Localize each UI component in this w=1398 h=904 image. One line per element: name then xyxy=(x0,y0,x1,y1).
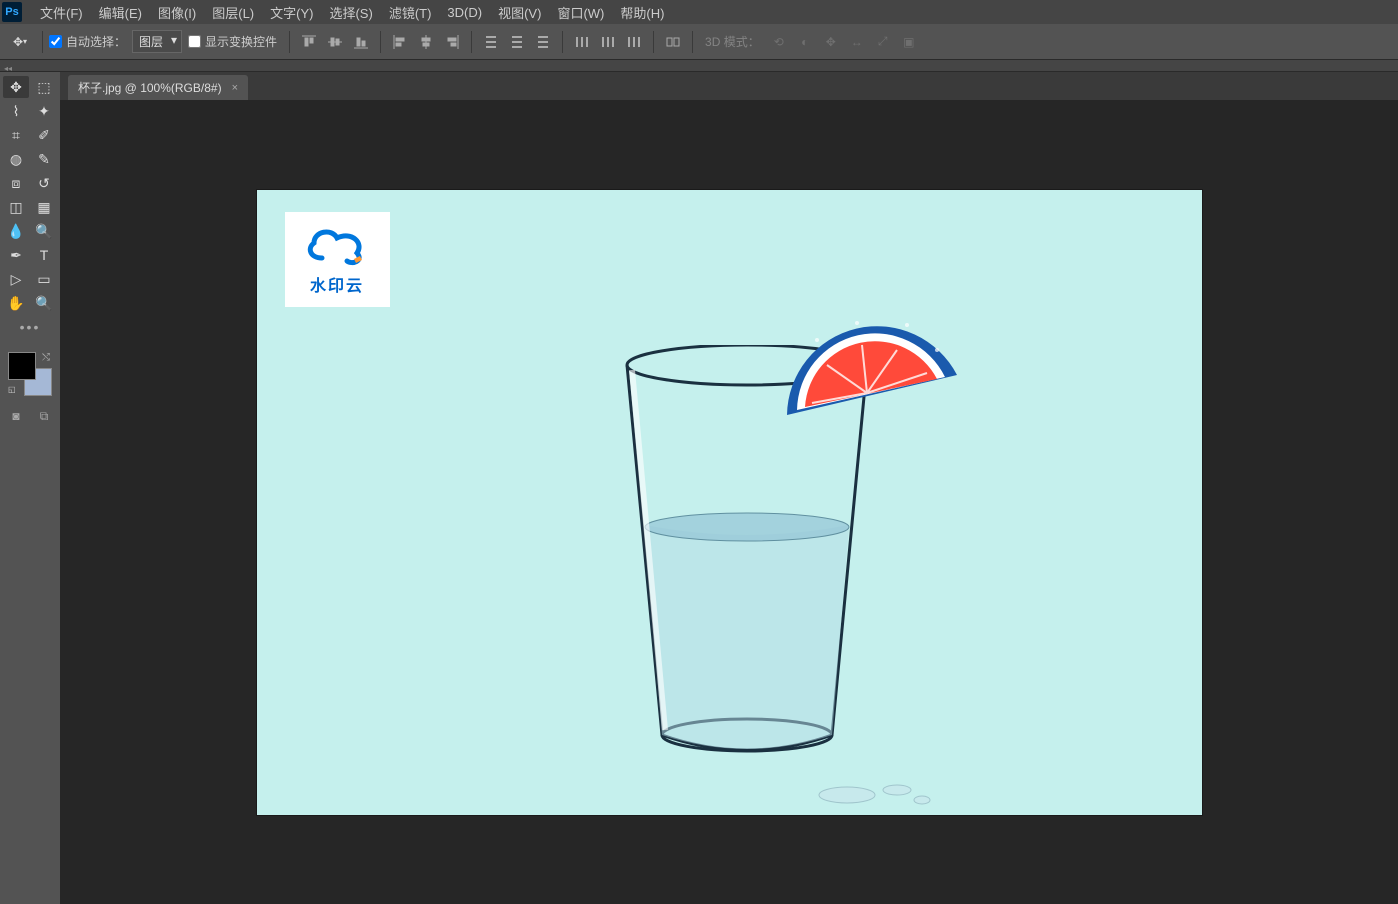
magic-wand-tool[interactable]: ✦ xyxy=(31,100,57,122)
align-top-icon[interactable] xyxy=(297,30,321,54)
separator xyxy=(562,31,563,53)
3d-pan-icon: ✥ xyxy=(819,30,843,54)
separator xyxy=(653,31,654,53)
mode3d-label: 3D 模式： xyxy=(705,33,760,50)
brush-tool[interactable]: ✎ xyxy=(31,148,57,170)
distribute-vcenter-icon[interactable] xyxy=(505,30,529,54)
3d-roll-icon: ◐ xyxy=(793,30,817,54)
document-tab-title: 杯子.jpg @ 100%(RGB/8#) xyxy=(78,79,222,96)
foreground-color[interactable] xyxy=(8,352,36,380)
show-transform-label: 显示变换控件 xyxy=(205,33,277,50)
distribute-bottom-icon[interactable] xyxy=(531,30,555,54)
menu-file[interactable]: 文件(F) xyxy=(32,0,91,24)
separator xyxy=(289,31,290,53)
menu-view[interactable]: 视图(V) xyxy=(490,0,549,24)
glass-illustration xyxy=(597,325,917,805)
menu-layer[interactable]: 图层(L) xyxy=(204,0,262,24)
distribute-hcenter-icon[interactable] xyxy=(596,30,620,54)
menu-filter[interactable]: 滤镜(T) xyxy=(381,0,440,24)
align-vcenter-icon[interactable] xyxy=(323,30,347,54)
pen-tool[interactable]: ✒ xyxy=(3,244,29,266)
toolbox: ✥⬚ ⌇✦ ⌗✐ ◍✎ ⧈↺ ◫▦ 💧🔍 ✒T ▷▭ ✋🔍 ••• ⤭ ◱ ◙ … xyxy=(0,72,60,904)
close-tab-icon[interactable]: × xyxy=(232,82,238,94)
hand-tool[interactable]: ✋ xyxy=(3,292,29,314)
panel-dock-strip[interactable] xyxy=(0,60,1398,72)
document-tab-bar: 杯子.jpg @ 100%(RGB/8#) × xyxy=(60,72,1398,100)
menu-help[interactable]: 帮助(H) xyxy=(612,0,672,24)
lasso-tool[interactable]: ⌇ xyxy=(3,100,29,122)
separator xyxy=(42,31,43,53)
distribute-left-icon[interactable] xyxy=(570,30,594,54)
menu-image[interactable]: 图像(I) xyxy=(150,0,204,24)
path-select-tool[interactable]: ▷ xyxy=(3,268,29,290)
3d-camera-icon: ▣ xyxy=(897,30,921,54)
blur-tool[interactable]: 💧 xyxy=(3,220,29,242)
menu-type[interactable]: 文字(Y) xyxy=(262,0,321,24)
move-tool-icon[interactable]: ✥▾ xyxy=(8,30,32,54)
show-transform-checkbox[interactable]: 显示变换控件 xyxy=(188,33,277,50)
eraser-tool[interactable]: ◫ xyxy=(3,196,29,218)
3d-slide-icon: ↔ xyxy=(845,30,869,54)
distribute-right-icon[interactable] xyxy=(622,30,646,54)
menu-window[interactable]: 窗口(W) xyxy=(549,0,612,24)
app-icon: Ps xyxy=(2,2,22,22)
eyedropper-tool[interactable]: ✐ xyxy=(31,124,57,146)
menu-edit[interactable]: 编辑(E) xyxy=(91,0,150,24)
menu-select[interactable]: 选择(S) xyxy=(321,0,380,24)
color-swatches[interactable]: ⤭ ◱ xyxy=(8,352,52,396)
clone-stamp-tool[interactable]: ⧈ xyxy=(3,172,29,194)
align-left-icon[interactable] xyxy=(388,30,412,54)
canvas-panel: 杯子.jpg @ 100%(RGB/8#) × 水印云 xyxy=(60,72,1398,904)
3d-orbit-icon: ⟲ xyxy=(767,30,791,54)
layer-dropdown[interactable]: 图层 xyxy=(132,30,182,53)
separator xyxy=(471,31,472,53)
zoom-tool[interactable]: 🔍 xyxy=(31,292,57,314)
menu-bar: Ps 文件(F) 编辑(E) 图像(I) 图层(L) 文字(Y) 选择(S) 滤… xyxy=(0,0,1398,24)
auto-select-label: 自动选择： xyxy=(66,33,126,50)
marquee-tool[interactable]: ⬚ xyxy=(31,76,57,98)
auto-select-checkbox[interactable]: 自动选择： xyxy=(49,33,126,50)
watermark-text: 水印云 xyxy=(310,272,364,296)
align-bottom-icon[interactable] xyxy=(349,30,373,54)
history-brush-tool[interactable]: ↺ xyxy=(31,172,57,194)
crop-tool[interactable]: ⌗ xyxy=(3,124,29,146)
options-bar: ✥▾ 自动选择： 图层 显示变换控件 3D 模式： ⟲ ◐ ✥ ↔ ⤢ ▣ xyxy=(0,24,1398,60)
gradient-tool[interactable]: ▦ xyxy=(31,196,57,218)
move-tool[interactable]: ✥ xyxy=(3,76,29,98)
document-artboard[interactable]: 水印云 xyxy=(257,190,1202,815)
watermark-logo: 水印云 xyxy=(285,212,390,307)
separator xyxy=(380,31,381,53)
swap-colors-icon[interactable]: ⤭ xyxy=(42,352,50,363)
dodge-tool[interactable]: 🔍 xyxy=(31,220,57,242)
auto-align-icon[interactable] xyxy=(661,30,685,54)
show-transform-input[interactable] xyxy=(188,35,201,48)
distribute-top-icon[interactable] xyxy=(479,30,503,54)
align-right-icon[interactable] xyxy=(440,30,464,54)
align-hcenter-icon[interactable] xyxy=(414,30,438,54)
separator xyxy=(692,31,693,53)
menu-3d[interactable]: 3D(D) xyxy=(439,0,490,24)
default-colors-icon[interactable]: ◱ xyxy=(8,385,16,394)
quick-mask-icon[interactable]: ◙ xyxy=(3,406,29,426)
cloud-icon xyxy=(302,223,372,268)
type-tool[interactable]: T xyxy=(31,244,57,266)
edit-toolbar-button[interactable]: ••• xyxy=(17,316,43,338)
auto-select-input[interactable] xyxy=(49,35,62,48)
3d-scale-icon: ⤢ xyxy=(871,30,895,54)
screen-mode-icon[interactable]: ⧉ xyxy=(31,406,57,426)
shape-tool[interactable]: ▭ xyxy=(31,268,57,290)
spot-heal-tool[interactable]: ◍ xyxy=(3,148,29,170)
document-tab[interactable]: 杯子.jpg @ 100%(RGB/8#) × xyxy=(68,75,248,100)
workspace: ✥⬚ ⌇✦ ⌗✐ ◍✎ ⧈↺ ◫▦ 💧🔍 ✒T ▷▭ ✋🔍 ••• ⤭ ◱ ◙ … xyxy=(0,72,1398,904)
canvas-area[interactable]: 水印云 xyxy=(60,100,1398,904)
